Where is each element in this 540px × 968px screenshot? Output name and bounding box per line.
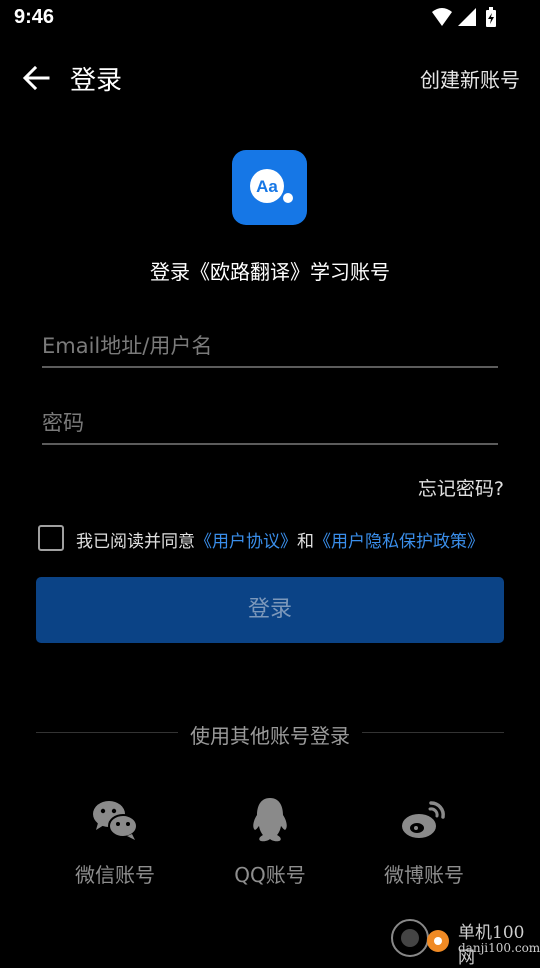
watermark-url: danji100.com bbox=[458, 941, 540, 955]
email-placeholder: Email地址/用户名 bbox=[42, 334, 213, 358]
other-login-divider: 使用其他账号登录 bbox=[190, 724, 350, 748]
signal-icon bbox=[458, 8, 476, 26]
login-heading: 登录《欧路翻译》学习账号 bbox=[150, 260, 390, 284]
wechat-label: 微信账号 bbox=[75, 863, 155, 887]
privacy-policy-link[interactable]: 《用户隐私保护政策》 bbox=[314, 532, 484, 552]
forgot-password-link[interactable]: 忘记密码? bbox=[418, 474, 504, 501]
status-icons bbox=[432, 7, 496, 27]
wifi-icon bbox=[432, 8, 452, 26]
weibo-login-button[interactable]: 微博账号 bbox=[344, 795, 504, 888]
page-title: 登录 bbox=[70, 66, 123, 96]
agree-checkbox[interactable] bbox=[38, 525, 64, 551]
password-field[interactable]: 密码 bbox=[42, 399, 498, 445]
status-time: 9:46 bbox=[14, 6, 55, 28]
wechat-login-button[interactable]: 微信账号 bbox=[35, 795, 195, 888]
weibo-icon bbox=[402, 801, 445, 838]
back-arrow-icon[interactable] bbox=[18, 60, 54, 96]
login-button[interactable]: 登录 bbox=[36, 577, 504, 643]
agreement-text: 我已阅读并同意《用户协议》和《用户隐私保护政策》 bbox=[76, 527, 484, 552]
user-agreement-link[interactable]: 《用户协议》 bbox=[195, 532, 297, 552]
create-account-link[interactable]: 创建新账号 bbox=[420, 64, 520, 93]
agree-and: 和 bbox=[297, 532, 314, 552]
wechat-icon bbox=[93, 801, 138, 840]
divider-line-right bbox=[362, 732, 504, 733]
agree-prefix: 我已阅读并同意 bbox=[76, 532, 195, 552]
password-placeholder: 密码 bbox=[42, 411, 84, 435]
qq-icon bbox=[253, 798, 287, 842]
email-field[interactable]: Email地址/用户名 bbox=[42, 322, 498, 368]
battery-icon bbox=[486, 7, 496, 27]
magnifier-logo-icon: Aa bbox=[250, 169, 293, 203]
app-logo: Aa bbox=[232, 150, 307, 225]
qq-login-button[interactable]: QQ账号 bbox=[190, 795, 350, 888]
logo-text: Aa bbox=[256, 177, 278, 196]
weibo-label: 微博账号 bbox=[384, 863, 464, 887]
qq-label: QQ账号 bbox=[234, 863, 306, 887]
